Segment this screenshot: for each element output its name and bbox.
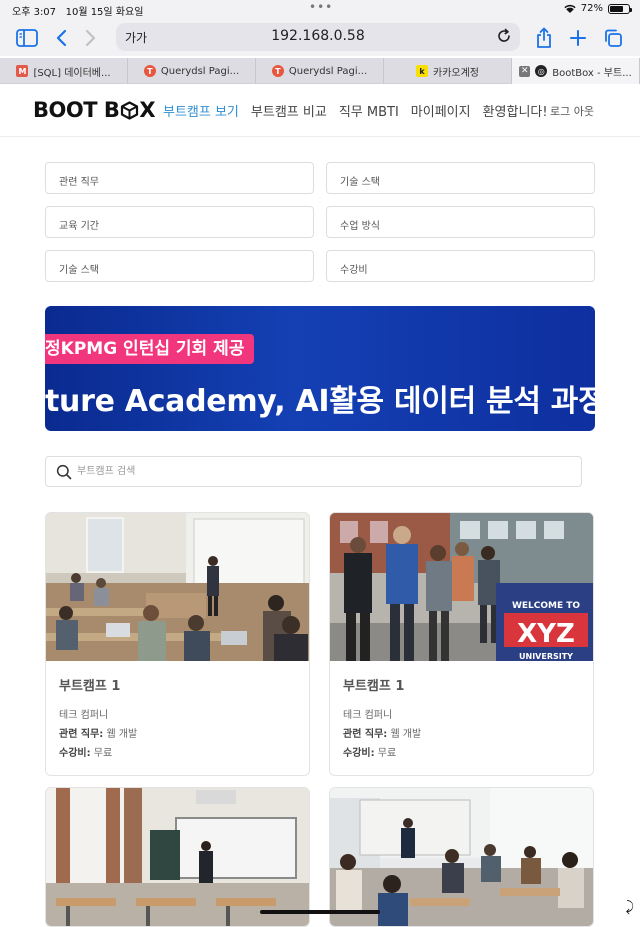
bootcamp-card[interactable] (45, 787, 310, 927)
bootbox-logo[interactable]: BOOT B X (33, 98, 155, 122)
home-indicator[interactable] (260, 910, 380, 914)
lecture-hall-photo (46, 513, 309, 661)
url-text[interactable]: 192.168.0.58 (116, 28, 520, 44)
sign-text: WELCOME TO (512, 601, 580, 611)
filter-class-type[interactable]: 수업 방식 (326, 206, 595, 238)
bootcamp-card[interactable]: 부트캠프 1 테크 컴퍼니 관련 직무: 웹 개발 수강비: 무료 (45, 512, 310, 776)
tistory-icon: T (272, 65, 284, 77)
status-date: 10월 15일 화요일 (66, 7, 144, 18)
classroom-photo (46, 788, 309, 927)
card-job: 관련 직무: 웹 개발 (343, 725, 580, 744)
search-input[interactable] (77, 457, 567, 486)
sidebar-icon[interactable] (15, 26, 39, 50)
filter-tech-stack-2[interactable]: 기술 스택 (45, 250, 314, 282)
status-bar: 오후 3:07 10월 15일 화요일 ••• 72% (0, 0, 640, 20)
nav-job-mbti[interactable]: 직무 MBTI (339, 101, 399, 120)
tab-querydsl-2[interactable]: T Querydsl Pagi... (256, 58, 384, 84)
tab-querydsl-1[interactable]: T Querydsl Pagi... (128, 58, 256, 84)
reload-icon[interactable] (496, 28, 512, 44)
filter-tech-stack[interactable]: 기술 스택 (326, 162, 595, 194)
banner-title: ture Academy, AI활용 데이터 분석 과정 (45, 376, 595, 420)
multitask-dots-icon[interactable]: ••• (309, 0, 333, 14)
battery-icon (608, 4, 630, 14)
browser-toolbar: 가가 192.168.0.58 (0, 20, 640, 56)
tab-bootbox[interactable]: ✕ ◎ BootBox - 부트... (512, 58, 640, 84)
card-company: 테크 컴퍼니 (59, 706, 296, 725)
nav-bootcamp-list[interactable]: 부트캠프 보기 (163, 101, 239, 120)
sign-text: XYZ (517, 619, 575, 649)
card-title: 부트캠프 1 (343, 675, 580, 694)
search-icon (56, 464, 72, 480)
address-bar[interactable]: 가가 192.168.0.58 (116, 23, 520, 51)
main-nav: 부트캠프 보기 부트캠프 비교 직무 MBTI 마이페이지 환영합니다! (163, 101, 548, 120)
kakao-icon: k (416, 65, 428, 77)
card-job: 관련 직무: 웹 개발 (59, 725, 296, 744)
site-header: BOOT B X 부트캠프 보기 부트캠프 비교 직무 MBTI 마이페이지 환… (0, 85, 640, 137)
battery-level (610, 6, 623, 12)
new-tab-icon[interactable] (566, 26, 590, 50)
close-tab-icon[interactable]: ✕ (519, 66, 530, 77)
card-fee: 수강비: 무료 (59, 744, 296, 763)
bootcamp-card[interactable]: WELCOME TO XYZ UNIVERSITY 부트캠프 1 테크 컴퍼니 … (329, 512, 594, 776)
search-box (45, 456, 582, 487)
tistory-icon: T (144, 65, 156, 77)
tab-sql[interactable]: M [SQL] 데이터베... (0, 58, 128, 84)
battery-percent: 72% (581, 3, 603, 14)
pencil-scribble-icon[interactable]: ⤸ (626, 899, 634, 915)
filter-job[interactable]: 관련 직무 (45, 162, 314, 194)
status-time: 오후 3:07 (12, 7, 56, 18)
bootcamp-card[interactable] (329, 787, 594, 927)
nav-welcome: 환영합니다! (483, 101, 548, 120)
card-fee: 수강비: 무료 (343, 744, 580, 763)
wifi-icon (564, 4, 576, 13)
tab-bar: M [SQL] 데이터베... T Querydsl Pagi... T Que… (0, 58, 640, 84)
forward-icon[interactable] (79, 26, 103, 50)
sign-text: UNIVERSITY (519, 652, 573, 661)
tab-kakao[interactable]: k 카카오계정 (384, 58, 512, 84)
nav-bootcamp-compare[interactable]: 부트캠프 비교 (251, 101, 327, 120)
campus-students-photo: WELCOME TO XYZ UNIVERSITY (330, 513, 593, 661)
bootbox-icon: ◎ (535, 65, 547, 77)
promo-banner[interactable]: 정KPMG 인턴십 기회 제공 ture Academy, AI활용 데이터 분… (45, 306, 595, 431)
logout-button[interactable]: 로그 아웃 (550, 103, 594, 119)
back-icon[interactable] (49, 26, 73, 50)
filter-duration[interactable]: 교육 기간 (45, 206, 314, 238)
card-title: 부트캠프 1 (59, 675, 296, 694)
classroom-teacher-photo (330, 788, 593, 927)
box-logo-icon (120, 101, 139, 120)
nav-mypage[interactable]: 마이페이지 (411, 101, 471, 120)
banner-tag: 정KPMG 인턴십 기회 제공 (45, 334, 254, 364)
filter-fee[interactable]: 수강비 (326, 250, 595, 282)
card-company: 테크 컴퍼니 (343, 706, 580, 725)
tab-overview-icon[interactable] (601, 26, 625, 50)
share-icon[interactable] (532, 26, 556, 50)
gmail-icon: M (16, 65, 28, 77)
